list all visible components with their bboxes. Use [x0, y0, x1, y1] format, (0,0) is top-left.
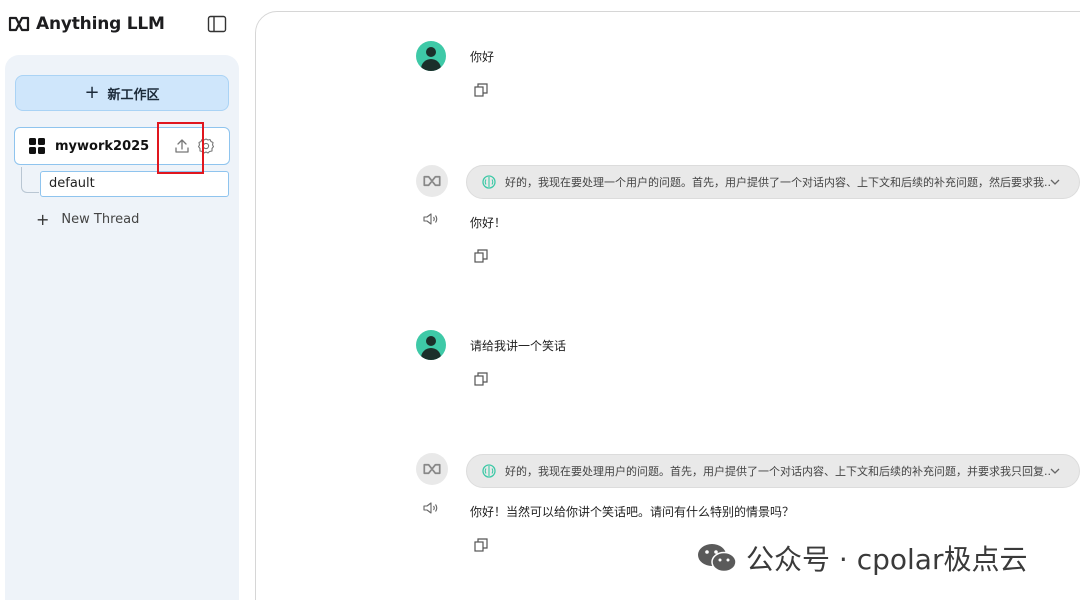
app-title: Anything LLM — [36, 14, 165, 34]
new-thread-label: New Thread — [61, 212, 140, 227]
user-message: 请给我讲一个笑话 — [470, 339, 567, 353]
assistant-message: 你好！ — [470, 216, 507, 230]
watermark-text: 公众号 · cpolar极点云 — [746, 543, 1028, 576]
speaker-icon[interactable] — [423, 212, 439, 226]
copy-icon[interactable] — [474, 249, 488, 263]
thinking-text: 好的，我现在要处理一个用户的问题。首先，用户提供了一个对话内容、上下文和后续的补… — [505, 176, 1050, 189]
thread-item-default[interactable]: default — [40, 171, 229, 197]
thinking-summary[interactable]: 好的，我现在要处理用户的问题。首先，用户提供了一个对话内容、上下文和后续的补充问… — [466, 454, 1080, 488]
sidebar-toggle-icon[interactable] — [207, 15, 227, 33]
new-thread-button[interactable]: + New Thread — [36, 210, 139, 229]
copy-icon[interactable] — [474, 83, 488, 97]
highlight-annotation-box — [157, 122, 204, 174]
anything-llm-logo-icon — [423, 463, 441, 475]
assistant-avatar — [416, 165, 448, 197]
app-brand: Anything LLM — [8, 12, 165, 36]
speaker-icon[interactable] — [423, 501, 439, 515]
brain-icon — [482, 464, 496, 478]
new-workspace-button[interactable]: + 新工作区 — [15, 75, 229, 111]
user-avatar — [416, 330, 446, 360]
brain-icon — [482, 175, 496, 189]
assistant-message: 你好！当然可以给你讲个笑话吧。请问有什么特别的情景吗？ — [470, 505, 795, 519]
user-avatar — [416, 41, 446, 71]
anything-llm-logo-icon — [8, 16, 30, 32]
user-message: 你好 — [470, 50, 495, 64]
plus-icon: + — [84, 82, 100, 103]
plus-icon: + — [36, 210, 50, 229]
wechat-icon — [698, 544, 737, 573]
copy-icon[interactable] — [474, 372, 488, 386]
watermark: 公众号 · cpolar极点云 — [696, 538, 1027, 578]
thinking-summary[interactable]: 好的，我现在要处理一个用户的问题。首先，用户提供了一个对话内容、上下文和后续的补… — [466, 165, 1080, 199]
thinking-text: 好的，我现在要处理用户的问题。首先，用户提供了一个对话内容、上下文和后续的补充问… — [505, 465, 1050, 478]
new-workspace-label: 新工作区 — [107, 87, 160, 103]
workspace-name: mywork2025 — [55, 138, 150, 154]
anything-llm-logo-icon — [423, 175, 441, 187]
workspace-grid-icon — [29, 138, 45, 154]
thread-connector — [21, 167, 39, 193]
chevron-down-icon[interactable] — [1049, 176, 1061, 188]
chevron-down-icon[interactable] — [1049, 465, 1061, 477]
assistant-avatar — [416, 453, 448, 485]
copy-icon[interactable] — [474, 538, 488, 552]
